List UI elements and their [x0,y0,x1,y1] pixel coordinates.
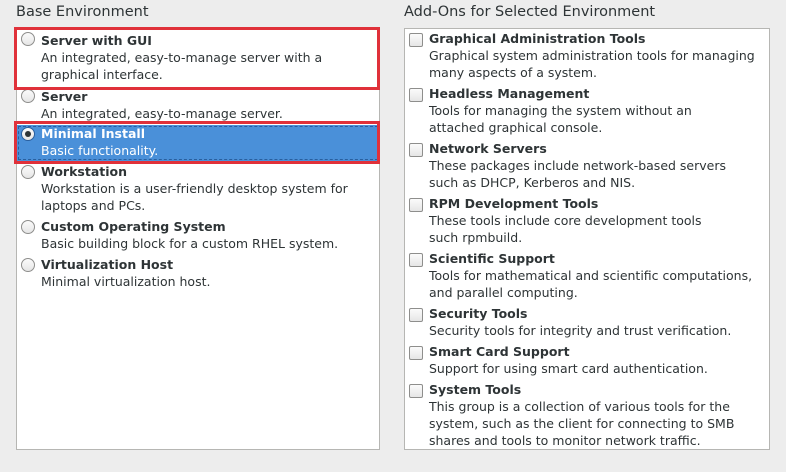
env-option-custom-os[interactable]: Custom Operating System Basic building b… [17,219,379,256]
radio-custom-os[interactable] [21,220,35,234]
env-option-title: Server with GUI [41,33,152,48]
addon-title: System Tools [429,382,522,397]
addon-desc: Graphical system administration tools fo… [429,48,755,80]
env-option-title: Server [41,89,88,104]
env-option-desc: Basic building block for a custom RHEL s… [41,236,339,251]
addon-title: Headless Management [429,86,590,101]
radio-minimal-install[interactable] [21,127,35,141]
env-option-minimal-install[interactable]: Minimal Install Basic functionality. [17,125,379,161]
env-option-title: Minimal Install [41,126,145,141]
env-option-desc: Workstation is a user-friendly desktop s… [41,181,348,213]
base-environment-list: Server with GUI An integrated, easy-to-m… [16,28,380,450]
checkbox-graphical-administration-tools[interactable] [409,33,423,47]
addon-network-servers[interactable]: Network Servers These packages include n… [405,141,769,195]
env-option-desc: Basic functionality. [41,143,159,158]
checkbox-security-tools[interactable] [409,308,423,322]
checkbox-smart-card-support[interactable] [409,346,423,360]
checkbox-headless-management[interactable] [409,88,423,102]
addon-title: Network Servers [429,141,547,156]
addon-smart-card-support[interactable]: Smart Card Support Support for using sma… [405,344,769,381]
addon-title: RPM Development Tools [429,196,599,211]
addon-title: Scientific Support [429,251,555,266]
checkbox-network-servers[interactable] [409,143,423,157]
addon-scientific-support[interactable]: Scientific Support Tools for mathematica… [405,251,769,305]
addon-graphical-administration-tools[interactable]: Graphical Administration Tools Graphical… [405,31,769,85]
env-option-workstation[interactable]: Workstation Workstation is a user-friend… [17,164,379,218]
addon-desc: These tools include core development too… [429,213,702,245]
addon-desc: This group is a collection of various to… [429,399,735,448]
env-option-title: Custom Operating System [41,219,226,234]
radio-server[interactable] [21,89,35,103]
addon-system-tools[interactable]: System Tools This group is a collection … [405,382,769,449]
env-option-desc: Minimal virtualization host. [41,274,211,289]
addon-title: Graphical Administration Tools [429,31,646,46]
addon-rpm-development-tools[interactable]: RPM Development Tools These tools includ… [405,196,769,250]
checkbox-rpm-development-tools[interactable] [409,198,423,212]
env-option-desc: An integrated, easy-to-manage server. [41,106,283,121]
addon-title: Security Tools [429,306,528,321]
env-option-server-with-gui[interactable]: Server with GUI An integrated, easy-to-m… [17,29,379,89]
checkbox-system-tools[interactable] [409,384,423,398]
addon-security-tools[interactable]: Security Tools Security tools for integr… [405,306,769,343]
addons-list: Graphical Administration Tools Graphical… [404,28,770,450]
base-environment-heading: Base Environment [16,4,149,20]
env-option-desc: An integrated, easy-to-manage server wit… [41,50,323,82]
checkbox-scientific-support[interactable] [409,253,423,267]
radio-server-with-gui[interactable] [21,32,35,46]
env-option-server[interactable]: Server An integrated, easy-to-manage ser… [17,89,379,125]
env-option-title: Virtualization Host [41,257,174,272]
radio-workstation[interactable] [21,165,35,179]
addon-headless-management[interactable]: Headless Management Tools for managing t… [405,86,769,140]
addon-desc: Tools for mathematical and scientific co… [429,268,753,300]
radio-virtualization-host[interactable] [21,258,35,272]
env-option-title: Workstation [41,164,128,179]
addon-desc: Support for using smart card authenticat… [429,361,708,376]
addon-desc: Security tools for integrity and trust v… [429,323,732,338]
addons-heading: Add-Ons for Selected Environment [404,4,656,20]
env-option-virtualization-host[interactable]: Virtualization Host Minimal virtualizati… [17,257,379,294]
addon-desc: Tools for managing the system without an… [429,103,692,135]
addon-title: Smart Card Support [429,344,570,359]
addon-desc: These packages include network-based ser… [429,158,727,190]
